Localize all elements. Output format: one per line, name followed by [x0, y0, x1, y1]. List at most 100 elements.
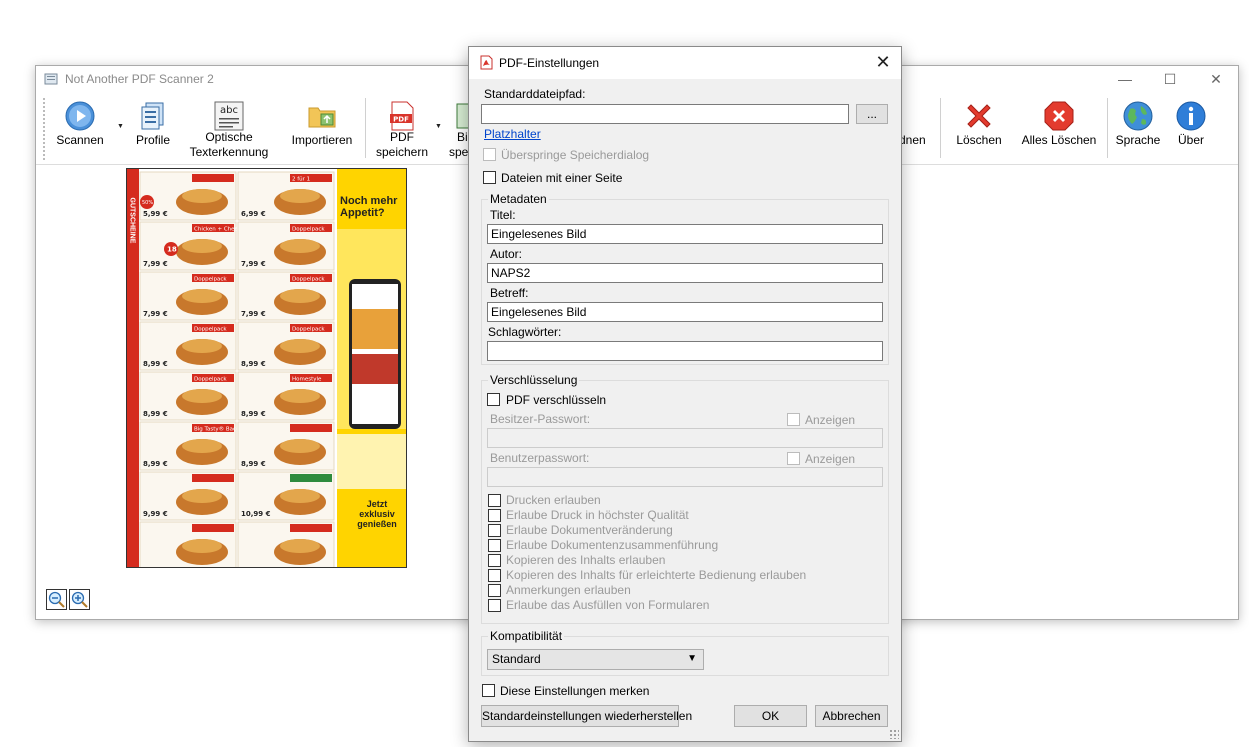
close-button[interactable]: ✕: [1193, 66, 1239, 92]
side-strip-text: GUTSCHEINE: [128, 197, 136, 244]
arrange-button[interactable]: dnen: [889, 96, 935, 162]
coupon-label: Big Tasty® Bacon: [194, 426, 243, 433]
subject-input[interactable]: Eingelesenes Bild: [487, 302, 883, 322]
coupon-label: Doppelpack: [292, 227, 325, 233]
zoom-out-button[interactable]: [46, 589, 67, 610]
compatibility-select[interactable]: Standard ▼: [487, 649, 704, 670]
restore-defaults-button[interactable]: Standardeinstellungen wiederherstellen: [481, 705, 692, 727]
skip-save-dialog-checkbox[interactable]: [483, 148, 496, 161]
permission-checkbox[interactable]: [488, 539, 501, 552]
zoom-in-button[interactable]: [69, 589, 90, 610]
coupon-price: 8,99 €: [143, 360, 168, 368]
ad-footer: Jetzt exklusiv genießen: [357, 499, 397, 529]
dialog-title: PDF-Einstellungen: [499, 56, 600, 70]
coupon-price: 10,99 €: [241, 510, 271, 518]
about-label: Über: [1177, 133, 1204, 147]
toolbar-grip[interactable]: [43, 98, 45, 160]
coupon-tag: [192, 474, 234, 482]
coupon-tag: [290, 424, 332, 432]
pdf-settings-dialog: PDF-Einstellungen ✕ Standarddateipfad: .…: [468, 46, 902, 742]
coupon-food: [182, 339, 222, 353]
coupon-price: 5,99 €: [143, 210, 168, 218]
language-button[interactable]: Sprache: [1113, 96, 1163, 162]
coupon-label: Doppelpack: [194, 277, 227, 283]
coupon-price: 6,99 €: [241, 210, 266, 218]
coupon-label: 2 für 1: [292, 177, 310, 183]
save-pdf-dropdown-arrow[interactable]: ▼: [435, 123, 442, 130]
maximize-button[interactable]: ☐: [1147, 66, 1193, 92]
resize-grip[interactable]: [889, 729, 899, 739]
coupon-label: Doppelpack: [194, 327, 227, 333]
save-pdf-button[interactable]: PDF PDF speichern: [373, 96, 431, 162]
show-owner-password-checkbox[interactable]: [787, 413, 800, 426]
cancel-button[interactable]: Abbrechen: [815, 705, 888, 727]
coupon-price: 7,99 €: [143, 310, 168, 318]
single-page-files-checkbox[interactable]: [483, 171, 496, 184]
permission-label: Erlaube Dokumentenzusammenführung: [506, 538, 719, 552]
keywords-input[interactable]: [487, 341, 883, 361]
scan-dropdown-arrow[interactable]: ▼: [117, 123, 124, 130]
placeholder-link[interactable]: Platzhalter: [484, 127, 541, 141]
ad-heading: Noch mehr Appetit?: [340, 195, 398, 219]
permission-label: Kopieren des Inhalts für erleichterte Be…: [506, 568, 807, 582]
user-password-label: Benutzerpasswort:: [490, 451, 590, 465]
encrypt-pdf-checkbox[interactable]: [487, 393, 500, 406]
dialog-close-icon[interactable]: ✕: [873, 52, 893, 72]
save-pdf-label-line1: PDF: [390, 130, 414, 144]
coupon-food: [182, 389, 222, 403]
delete-label: Löschen: [956, 133, 1002, 147]
delete-button[interactable]: Löschen: [949, 96, 1009, 162]
profiles-icon: [141, 102, 164, 130]
coupon-food: [280, 289, 320, 303]
globe-icon: [1123, 101, 1153, 131]
delete-x-icon: [967, 104, 991, 128]
user-password-input[interactable]: [487, 467, 883, 487]
delete-all-button[interactable]: Alles Löschen: [1017, 96, 1101, 162]
browse-button[interactable]: ...: [856, 104, 888, 124]
coupon-price: 7,99 €: [241, 260, 266, 268]
show-user-password-checkbox[interactable]: [787, 452, 800, 465]
coupon-tag: [192, 174, 234, 182]
default-path-input[interactable]: [481, 104, 849, 124]
pdf-file-icon: PDF: [390, 101, 414, 131]
encrypt-pdf-label: PDF verschlüsseln: [506, 393, 607, 407]
coupon-food: [280, 539, 320, 553]
compatibility-group-title: Kompatibilität: [488, 629, 565, 643]
coupon-label: Doppelpack: [194, 377, 227, 383]
permission-checkbox[interactable]: [488, 554, 501, 567]
show-user-password-label: Anzeigen: [805, 452, 856, 466]
minimize-button[interactable]: —: [1102, 66, 1148, 92]
author-input[interactable]: NAPS2: [487, 263, 883, 283]
remember-settings-checkbox[interactable]: [482, 684, 495, 697]
permission-checkbox[interactable]: [488, 524, 501, 537]
toolbar-separator: [940, 98, 941, 158]
import-button[interactable]: Importieren: [285, 96, 359, 162]
permission-checkbox[interactable]: [488, 599, 501, 612]
ok-button[interactable]: OK: [734, 705, 807, 727]
coupon-tag: [290, 524, 332, 532]
coupon-food: [182, 439, 222, 453]
coupon-food: [280, 339, 320, 353]
permission-checkbox[interactable]: [488, 509, 501, 522]
ocr-button[interactable]: abc Optische Texterkennung: [187, 96, 271, 162]
profiles-button[interactable]: Profile: [129, 96, 177, 162]
coupon-price: 7,99 €: [143, 260, 168, 268]
chevron-down-icon: ▼: [687, 653, 697, 664]
permission-checkbox[interactable]: [488, 494, 501, 507]
permission-checkbox[interactable]: [488, 584, 501, 597]
coupon-food: [280, 239, 320, 253]
permission-checkbox[interactable]: [488, 569, 501, 582]
main-window-title: Not Another PDF Scanner 2: [65, 72, 214, 86]
remember-settings-label: Diese Einstellungen merken: [500, 684, 650, 698]
title-input[interactable]: Eingelesenes Bild: [487, 224, 883, 244]
permission-label: Erlaube Druck in höchster Qualität: [506, 508, 689, 522]
permission-label: Erlaube Dokumentveränderung: [506, 523, 673, 537]
scan-button[interactable]: Scannen: [51, 96, 109, 162]
owner-password-input[interactable]: [487, 428, 883, 448]
about-button[interactable]: Über: [1171, 96, 1211, 162]
compatibility-selected: Standard: [492, 652, 541, 666]
page-thumbnail[interactable]: 5,99 €2 für 1 6,99 € Chicken + Cheese Box 7…: [126, 168, 407, 568]
coupon-price: 8,99 €: [241, 410, 266, 418]
coupon-food: [280, 389, 320, 403]
toolbar-separator: [365, 98, 366, 158]
